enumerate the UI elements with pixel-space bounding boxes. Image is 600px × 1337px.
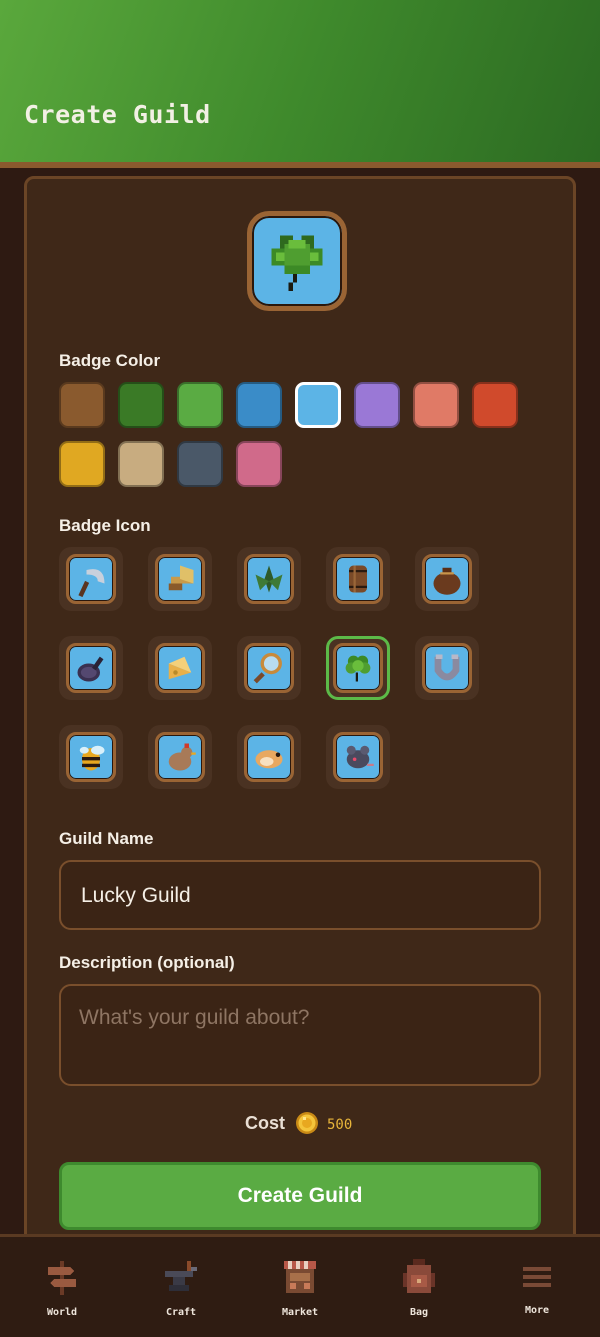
clover-icon <box>271 235 323 291</box>
page-title: Create Guild <box>24 100 211 129</box>
color-swatch[interactable] <box>177 441 223 487</box>
create-guild-button[interactable]: Create Guild <box>59 1162 541 1230</box>
create-guild-panel <box>24 176 576 1262</box>
nav-label-craft: Craft <box>165 1307 197 1318</box>
badge-icon-frame <box>422 643 472 693</box>
header-bar: Create Guild <box>0 0 600 168</box>
color-swatch[interactable] <box>472 382 518 428</box>
badge-icon-frame <box>333 643 383 693</box>
badge-icon-frame <box>244 554 294 604</box>
clover-icon <box>345 655 371 682</box>
badge-icon-option[interactable] <box>415 636 479 700</box>
badge-preview <box>247 211 347 311</box>
badge-icon-frame <box>155 732 205 782</box>
color-swatch[interactable] <box>295 382 341 428</box>
cost-row: Cost 500 <box>245 1111 352 1135</box>
badge-icon-frame <box>333 554 383 604</box>
color-swatch[interactable] <box>413 382 459 428</box>
badge-icon-frame <box>66 554 116 604</box>
description-field[interactable] <box>59 984 541 1086</box>
coin-icon <box>296 1112 318 1134</box>
badge-icon-option[interactable] <box>148 725 212 789</box>
cheese-icon <box>168 656 192 680</box>
color-swatch[interactable] <box>118 382 164 428</box>
nav-label-market: Market <box>281 1307 319 1318</box>
color-swatch[interactable] <box>236 382 282 428</box>
backpack-icon <box>403 1259 435 1293</box>
anvil-icon <box>165 1261 197 1291</box>
badge-icon-option[interactable] <box>237 547 301 611</box>
cost-label: Cost <box>245 1112 285 1133</box>
horseshoe-icon <box>434 654 460 681</box>
nav-item-market[interactable]: Market <box>250 1237 350 1337</box>
rat-icon <box>346 745 374 769</box>
badge-icon-frame <box>333 732 383 782</box>
description-input[interactable] <box>79 1006 519 1066</box>
guild-name-field[interactable]: Lucky Guild <box>59 860 541 930</box>
hamster-icon <box>255 750 283 769</box>
nav-item-bag[interactable]: Bag <box>369 1237 469 1337</box>
nav-item-more[interactable]: More <box>487 1237 587 1337</box>
color-swatch[interactable] <box>354 382 400 428</box>
color-swatch[interactable] <box>118 441 164 487</box>
sack-icon <box>433 567 461 595</box>
badge-icon-frame <box>155 643 205 693</box>
badge-icon-option[interactable] <box>237 636 301 700</box>
frying-pan-icon <box>77 656 104 682</box>
color-swatch[interactable] <box>59 441 105 487</box>
badge-icon-frame <box>155 554 205 604</box>
guild-name-value: Lucky Guild <box>81 884 191 907</box>
badge-icon-option[interactable] <box>59 636 123 700</box>
bee-icon <box>79 745 105 771</box>
badge-icon-label: Badge Icon <box>59 516 151 535</box>
herb-icon <box>255 565 283 593</box>
badge-icon-option[interactable] <box>148 547 212 611</box>
description-label: Description (optional) <box>59 953 235 972</box>
signpost-icon <box>48 1261 76 1295</box>
badge-icon-frame <box>244 732 294 782</box>
color-swatch[interactable] <box>177 382 223 428</box>
magnifier-icon <box>253 652 282 684</box>
badge-icon-option[interactable] <box>59 725 123 789</box>
guild-name-label: Guild Name <box>59 829 154 848</box>
nav-label-bag: Bag <box>409 1307 429 1318</box>
sickle-icon <box>78 569 105 597</box>
badge-icon-frame <box>66 732 116 782</box>
color-swatch[interactable] <box>59 382 105 428</box>
color-swatch[interactable] <box>236 441 282 487</box>
axe-icon <box>168 565 194 591</box>
badge-color-label: Badge Color <box>59 351 161 370</box>
cost-value: 500 <box>327 1117 353 1133</box>
chicken-icon <box>168 743 196 771</box>
badge-icon-option[interactable] <box>326 725 390 789</box>
badge-icon-option[interactable] <box>237 725 301 789</box>
badge-icon-frame <box>422 554 472 604</box>
nav-item-world[interactable]: World <box>12 1237 112 1337</box>
badge-icon-option[interactable] <box>148 636 212 700</box>
market-stall-icon <box>284 1261 316 1293</box>
badge-icon-option[interactable] <box>326 636 390 700</box>
badge-icon-option[interactable] <box>59 547 123 611</box>
menu-icon <box>523 1267 551 1287</box>
nav-label-world: World <box>46 1307 78 1318</box>
bottom-nav: World Craft Market Bag More <box>0 1234 600 1337</box>
nav-label-more: More <box>524 1305 550 1316</box>
nav-item-craft[interactable]: Craft <box>131 1237 231 1337</box>
badge-icon-option[interactable] <box>415 547 479 611</box>
badge-icon-option[interactable] <box>326 547 390 611</box>
barrel-icon <box>349 565 367 593</box>
badge-icon-frame <box>66 643 116 693</box>
badge-icon-frame <box>244 643 294 693</box>
